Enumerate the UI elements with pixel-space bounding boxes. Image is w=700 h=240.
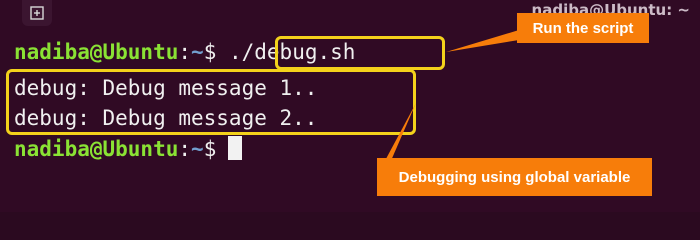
terminal-window: nadiba@Ubuntu: ~ nadiba@Ubuntu:~$ ./debu… [0,0,700,212]
callout-run-script: Run the script [517,13,649,43]
callout-debugging-global: Debugging using global variable [377,158,652,196]
callout-arrow-run [446,30,519,52]
